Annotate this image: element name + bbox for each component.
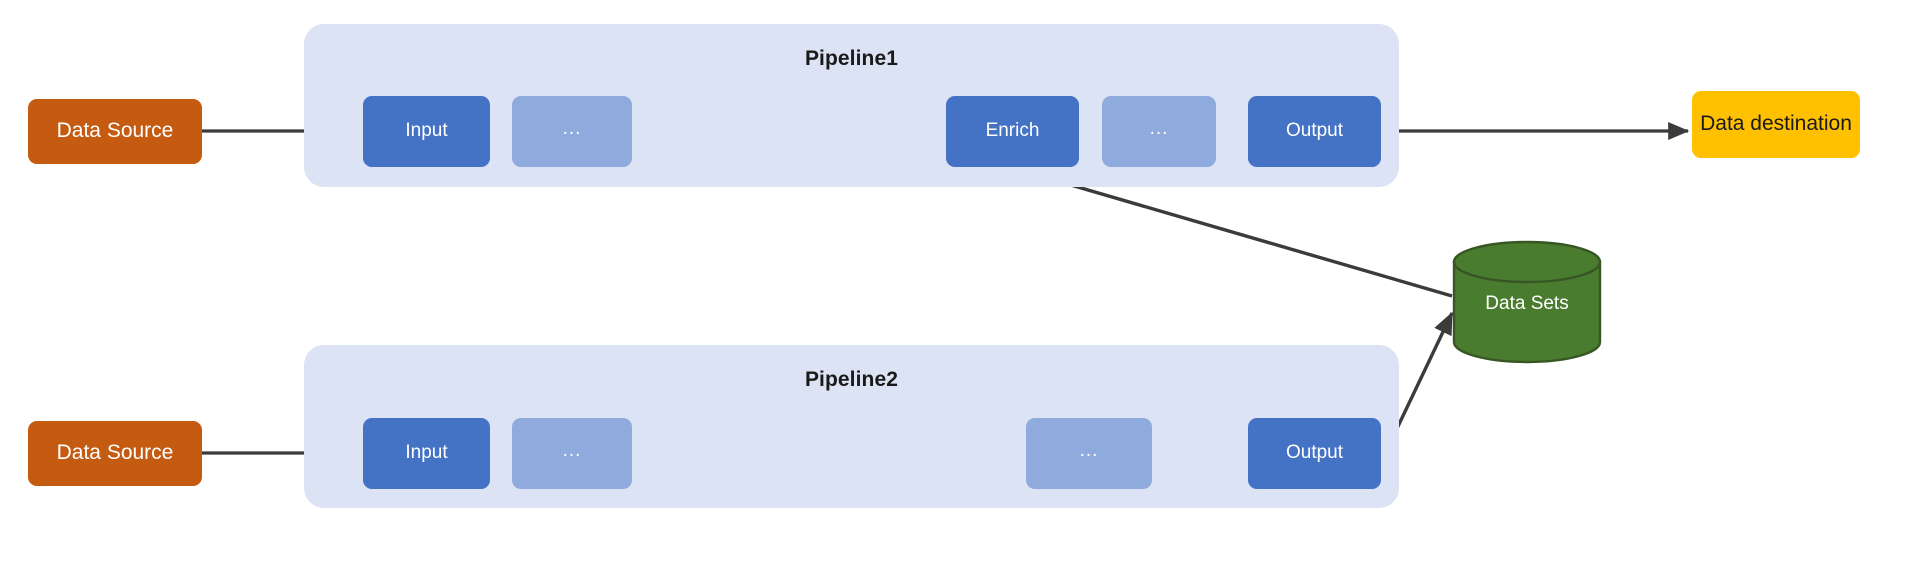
node-label: Enrich (985, 120, 1040, 142)
node-label: Data Source (56, 119, 174, 143)
node-pipeline1-gap-2[interactable]: ... (1102, 96, 1216, 167)
node-pipeline2-output[interactable]: Output (1248, 418, 1381, 489)
node-label: Data destination (1700, 112, 1852, 136)
node-label: Input (405, 442, 448, 464)
node-pipeline1-gap-1[interactable]: ... (512, 96, 632, 167)
node-label: ... (1149, 118, 1169, 140)
node-label: Output (1285, 120, 1344, 142)
node-label: Input (405, 120, 448, 142)
pipeline-title-pipeline1: Pipeline1 (804, 47, 899, 70)
node-label: ... (562, 440, 582, 462)
node-data-source-1[interactable]: Data Source (28, 99, 202, 164)
node-label: ... (1079, 440, 1099, 462)
node-data-destination[interactable]: Data destination (1692, 91, 1860, 158)
node-pipeline2-gap-2[interactable]: ... (1026, 418, 1152, 489)
node-label: ... (562, 118, 582, 140)
node-label: Data Sets (1485, 293, 1569, 314)
node-label: Output (1285, 442, 1344, 464)
node-pipeline1-input[interactable]: Input (363, 96, 490, 167)
node-pipeline2-gap-1[interactable]: ... (512, 418, 632, 489)
node-label: Data Source (56, 441, 174, 465)
diagram-canvas: Pipeline1 Pipeline2 Data Source Input ..… (0, 0, 1910, 583)
pipeline-title-pipeline2: Pipeline2 (804, 368, 899, 391)
node-pipeline2-input[interactable]: Input (363, 418, 490, 489)
node-pipeline1-output[interactable]: Output (1248, 96, 1381, 167)
node-data-source-2[interactable]: Data Source (28, 421, 202, 486)
node-datastore-datasets[interactable]: Data Sets (1452, 240, 1602, 364)
node-pipeline1-enrich[interactable]: Enrich (946, 96, 1079, 167)
